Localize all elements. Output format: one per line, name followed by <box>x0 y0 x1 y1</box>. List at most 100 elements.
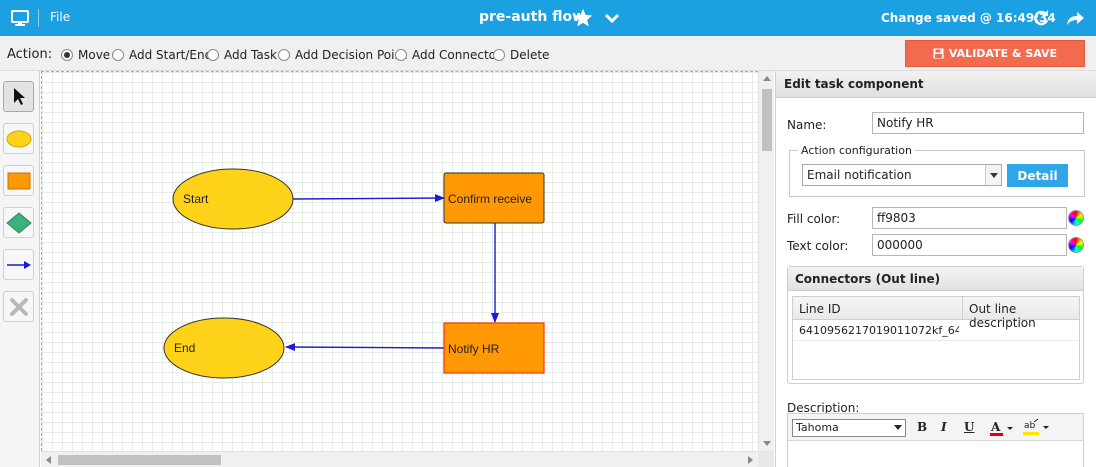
tool-rectangle[interactable] <box>3 165 34 196</box>
action-bar: Action: Move Add Start/End Add Task Add … <box>0 36 1096 71</box>
radio-label: Move <box>78 48 111 62</box>
radio-label: Add Connector <box>412 48 501 62</box>
delete-icon <box>9 297 28 316</box>
scroll-corner <box>758 451 774 467</box>
underline-icon[interactable]: U <box>964 420 974 434</box>
file-menu[interactable]: File <box>50 10 70 24</box>
radio-dot[interactable] <box>207 49 219 61</box>
connector-start-confirm[interactable] <box>292 194 445 203</box>
radio-dot[interactable] <box>395 49 407 61</box>
svg-text:ab: ab <box>1024 421 1036 431</box>
editor-toolbar: Tahoma B I U A ab <box>788 414 1083 441</box>
connectors-section: Connectors (Out line) Line ID Out line d… <box>787 266 1084 384</box>
node-end[interactable]: End <box>163 317 285 379</box>
star-icon[interactable] <box>572 7 594 29</box>
fill-color-label: Fill color: <box>787 212 841 226</box>
scroll-thumb[interactable] <box>58 455 221 465</box>
name-label: Name: <box>787 118 827 132</box>
column-divider <box>962 297 963 320</box>
action-configuration-legend: Action configuration <box>798 144 915 157</box>
edit-task-panel: Edit task component Name: Notify HR Acti… <box>775 71 1096 467</box>
italic-icon[interactable]: I <box>941 420 947 434</box>
radio-add-start-end[interactable]: Add Start/End <box>112 48 212 62</box>
panel-title: Edit task component <box>776 71 1096 98</box>
top-bar: File pre-auth flow Change saved @ 16:49:… <box>0 0 1096 36</box>
table-header: Line ID Out line description <box>793 297 1079 330</box>
chevron-down-icon <box>894 425 902 430</box>
text-color-label: Text color: <box>787 239 849 253</box>
flow-title: pre-auth flow <box>479 9 586 25</box>
font-family-value: Tahoma <box>796 421 839 434</box>
column-line-id[interactable]: Line ID <box>799 302 841 316</box>
description-editor[interactable]: Tahoma B I U A ab <box>787 413 1084 467</box>
action-type-select[interactable]: Email notification <box>802 164 1002 186</box>
radio-label: Add Task <box>224 48 277 62</box>
radio-move[interactable]: Move <box>61 48 110 62</box>
radio-add-connector[interactable]: Add Connector <box>395 48 501 62</box>
fill-color-input[interactable]: ff9803 <box>872 207 1067 229</box>
radio-add-decision-point[interactable]: Add Decision Point <box>278 48 407 62</box>
node-notify-hr[interactable]: Notify HR <box>443 322 545 374</box>
tool-pointer[interactable] <box>3 81 34 112</box>
canvas-horizontal-scrollbar[interactable] <box>41 451 758 467</box>
ellipse-icon <box>6 130 31 147</box>
pointer-icon <box>13 87 25 105</box>
connector-notify-end[interactable] <box>285 343 446 352</box>
scroll-left-arrow-icon[interactable] <box>46 456 51 464</box>
svg-text:A: A <box>990 420 1001 434</box>
connectors-title: Connectors (Out line) <box>788 267 1083 291</box>
radio-label: Add Decision Point <box>295 48 407 62</box>
radio-dot[interactable] <box>278 49 290 61</box>
tool-diamond[interactable] <box>3 207 34 238</box>
save-status: Change saved @ 16:49:34 <box>881 11 1056 25</box>
node-start-label: Start <box>183 192 209 206</box>
radio-label: Delete <box>510 48 550 62</box>
diagram-canvas[interactable]: Start Confirm receive Notify HR End <box>41 71 758 451</box>
shape-toolbar <box>0 71 40 467</box>
node-start[interactable]: Start <box>172 168 294 230</box>
tool-connector[interactable] <box>3 249 34 280</box>
text-color-icon[interactable]: A <box>989 419 1015 437</box>
connectors-table: Line ID Out line description 64109562170… <box>792 296 1080 380</box>
chevron-down-icon[interactable] <box>985 165 1001 185</box>
font-family-select[interactable]: Tahoma <box>792 419 906 437</box>
radio-dot[interactable] <box>61 49 73 61</box>
color-wheel-icon[interactable] <box>1068 210 1084 226</box>
validate-save-label: VALIDATE & SAVE <box>948 47 1058 60</box>
radio-dot[interactable] <box>493 49 505 61</box>
bold-icon[interactable]: B <box>917 420 927 434</box>
scroll-right-arrow-icon[interactable] <box>748 456 753 464</box>
divider <box>38 9 39 27</box>
chevron-down-icon[interactable] <box>604 10 620 26</box>
color-wheel-icon[interactable] <box>1068 237 1084 253</box>
node-confirm-label: Confirm receive <box>448 192 532 206</box>
table-row[interactable]: 641095621701901­1072kf_641... <box>793 320 1079 341</box>
radio-dot[interactable] <box>112 49 124 61</box>
node-notify-label: Notify HR <box>448 342 500 356</box>
floppy-disk-icon <box>933 48 944 59</box>
connector-arrow-icon <box>6 260 31 269</box>
name-input[interactable]: Notify HR <box>872 112 1084 134</box>
action-label: Action: <box>7 47 53 62</box>
monitor-icon[interactable] <box>11 9 29 27</box>
scroll-up-arrow-icon[interactable] <box>763 76 771 81</box>
highlight-color-icon[interactable]: ab <box>1022 418 1052 437</box>
node-end-label: End <box>174 341 195 355</box>
refresh-icon[interactable] <box>1032 9 1050 27</box>
diamond-icon <box>5 211 32 234</box>
scroll-thumb[interactable] <box>762 89 772 151</box>
node-confirm-receive[interactable]: Confirm receive <box>443 172 545 224</box>
diagram-svg: Start Confirm receive Notify HR End <box>163 168 545 379</box>
share-icon[interactable] <box>1065 9 1085 27</box>
tool-delete[interactable] <box>3 291 34 322</box>
validate-save-button[interactable]: VALIDATE & SAVE <box>905 40 1085 67</box>
radio-add-task[interactable]: Add Task <box>207 48 277 62</box>
detail-button[interactable]: Detail <box>1007 164 1068 187</box>
text-color-input[interactable]: 000000 <box>872 234 1067 256</box>
radio-label: Add Start/End <box>129 48 213 62</box>
canvas-vertical-scrollbar[interactable] <box>758 71 774 451</box>
action-type-value: Email notification <box>807 168 912 182</box>
tool-ellipse[interactable] <box>3 123 34 154</box>
radio-delete[interactable]: Delete <box>493 48 549 62</box>
scroll-down-arrow-icon[interactable] <box>763 441 771 446</box>
